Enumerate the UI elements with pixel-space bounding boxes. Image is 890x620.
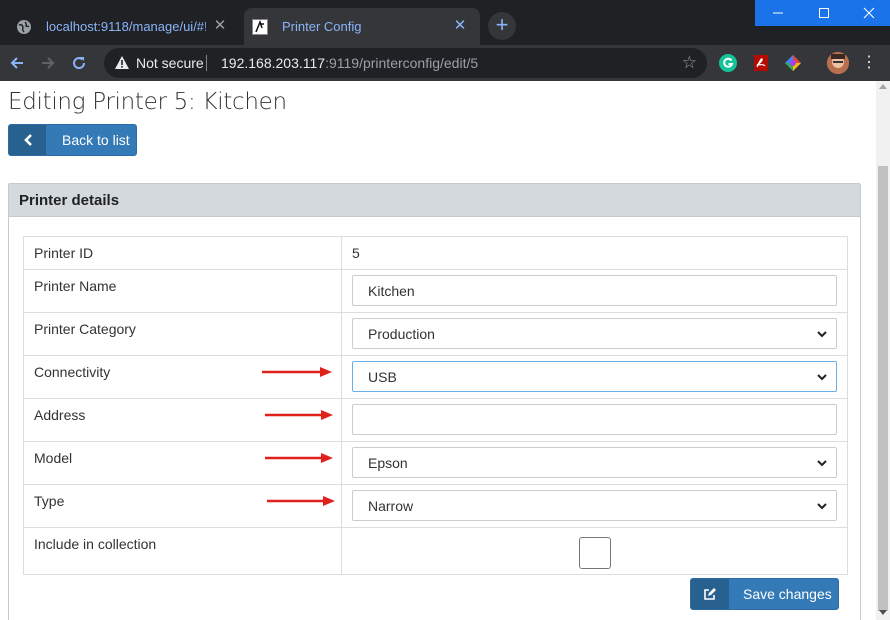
include-in-collection-label: Include in collection — [23, 527, 342, 575]
connectivity-selected: USB — [368, 369, 397, 385]
scroll-up-arrow-icon[interactable] — [879, 84, 887, 89]
row-connectivity: Connectivity USB — [23, 355, 848, 399]
maximize-window-button[interactable] — [801, 0, 847, 26]
edit-icon — [691, 579, 729, 609]
type-select[interactable]: Narrow — [352, 490, 837, 521]
app-favicon-icon — [252, 18, 268, 35]
connectivity-cell: USB — [341, 355, 848, 399]
printer-id-label: Printer ID — [23, 236, 342, 270]
profile-avatar[interactable] — [827, 52, 849, 74]
chevron-down-icon — [817, 374, 827, 381]
close-window-button[interactable] — [847, 0, 890, 26]
page-scrollbar[interactable] — [876, 81, 890, 620]
printer-category-label: Printer Category — [23, 312, 342, 356]
row-printer-id: Printer ID 5 — [23, 236, 848, 270]
color-picker-extension-icon[interactable] — [783, 53, 803, 73]
red-arrow-annotation — [262, 367, 332, 377]
grammarly-extension-icon[interactable] — [718, 53, 738, 73]
connectivity-label-cell: Connectivity — [23, 355, 342, 399]
chevron-down-icon — [817, 331, 827, 338]
red-arrow-annotation — [267, 496, 335, 506]
chevron-down-icon — [817, 460, 827, 467]
page-title: Editing Printer 5: Kitchen — [8, 89, 287, 115]
close-tab-icon[interactable]: ✕ — [212, 18, 228, 34]
back-to-list-button[interactable]: Back to list — [8, 124, 137, 156]
type-label: Type — [34, 493, 65, 509]
row-type: Type Narrow — [23, 484, 848, 528]
row-include-in-collection: Include in collection — [23, 527, 848, 575]
printer-name-label: Printer Name — [23, 269, 342, 313]
address-bar[interactable]: Not secure 192.168.203.117:9119/printerc… — [104, 48, 707, 78]
printer-details-panel: Printer details Printer ID 5 Printer Nam… — [8, 183, 861, 620]
browser-tab-strip: localhost:9118/manage/ui/#!/roo ✕ Printe… — [0, 0, 890, 45]
globe-icon — [16, 19, 32, 35]
security-label[interactable]: Not secure — [136, 55, 204, 71]
browser-toolbar: Not secure 192.168.203.117:9119/printerc… — [0, 45, 890, 81]
address-label-cell: Address — [23, 398, 342, 442]
new-tab-button[interactable]: + — [488, 12, 516, 40]
row-address: Address — [23, 398, 848, 442]
forward-arrow-icon[interactable] — [35, 50, 61, 76]
model-label: Model — [34, 450, 73, 466]
scroll-down-arrow-icon[interactable] — [879, 610, 887, 615]
printer-details-table: Printer ID 5 Printer Name Kitchen Printe… — [23, 236, 848, 575]
red-arrow-annotation — [265, 453, 333, 463]
url-host: 192.168.203.117 — [221, 55, 326, 71]
printer-category-selected: Production — [368, 326, 435, 342]
connectivity-select[interactable]: USB — [352, 361, 837, 392]
chevron-left-icon — [9, 125, 46, 155]
back-to-list-label: Back to list — [62, 132, 130, 148]
url-path: :9119/printerconfig/edit/5 — [325, 55, 479, 71]
address-input[interactable] — [352, 404, 837, 435]
divider — [206, 55, 207, 71]
row-model: Model Epson — [23, 441, 848, 485]
pdf-extension-icon[interactable] — [751, 53, 771, 73]
type-selected: Narrow — [368, 498, 414, 514]
url-text[interactable]: 192.168.203.117:9119/printerconfig/edit/… — [221, 55, 478, 71]
close-tab-icon[interactable]: ✕ — [452, 18, 468, 34]
browser-menu-icon[interactable]: ⋮ — [861, 53, 877, 73]
red-arrow-annotation — [265, 410, 333, 420]
include-in-collection-cell — [341, 527, 848, 575]
reload-icon[interactable] — [66, 50, 92, 76]
address-label: Address — [34, 407, 86, 423]
row-printer-name: Printer Name Kitchen — [23, 269, 848, 313]
model-label-cell: Model — [23, 441, 342, 485]
page-content: Editing Printer 5: Kitchen Back to list … — [0, 81, 876, 620]
panel-title: Printer details — [9, 184, 860, 217]
printer-name-cell: Kitchen — [341, 269, 848, 313]
model-select[interactable]: Epson — [352, 447, 837, 478]
bookmark-star-icon[interactable]: ☆ — [682, 53, 697, 73]
save-changes-button[interactable]: Save changes — [690, 578, 839, 610]
printer-category-cell: Production — [341, 312, 848, 356]
browser-tab-printer-config[interactable]: Printer Config ✕ — [244, 8, 480, 45]
type-cell: Narrow — [341, 484, 848, 528]
tab-title: localhost:9118/manage/ui/#!/roo — [46, 19, 206, 34]
model-selected: Epson — [368, 455, 408, 471]
printer-id-value: 5 — [341, 236, 848, 270]
printer-name-input[interactable]: Kitchen — [352, 275, 837, 306]
connectivity-label: Connectivity — [34, 364, 111, 380]
row-printer-category: Printer Category Production — [23, 312, 848, 356]
browser-tab-localhost[interactable]: localhost:9118/manage/ui/#!/roo ✕ — [8, 8, 240, 45]
minimize-window-button[interactable] — [755, 0, 801, 26]
model-cell: Epson — [341, 441, 848, 485]
back-arrow-icon[interactable] — [4, 50, 30, 76]
tab-title: Printer Config — [282, 19, 362, 34]
scrollbar-thumb[interactable] — [878, 166, 888, 611]
chevron-down-icon — [817, 503, 827, 510]
printer-category-select[interactable]: Production — [352, 318, 837, 349]
type-label-cell: Type — [23, 484, 342, 528]
include-in-collection-checkbox[interactable] — [578, 537, 611, 569]
address-cell — [341, 398, 848, 442]
save-changes-label: Save changes — [743, 586, 832, 602]
warning-icon[interactable] — [114, 55, 130, 76]
